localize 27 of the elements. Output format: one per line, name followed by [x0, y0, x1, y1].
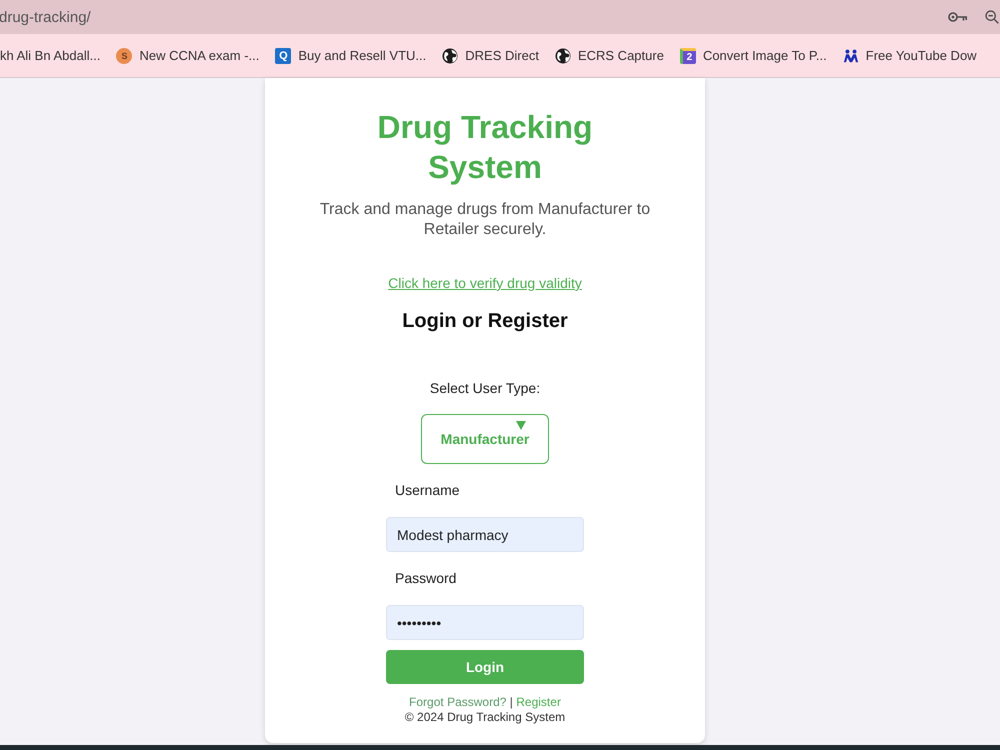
field-label: Username	[394, 481, 461, 499]
letter-tile-icon: Q	[275, 48, 292, 64]
form-heading: Login or Register	[402, 309, 568, 333]
password-field[interactable]: •••••••••	[386, 605, 584, 640]
user-type-label: Select User Type:	[430, 379, 540, 397]
app-title: Drug Tracking System	[376, 108, 594, 187]
zoom-out-icon[interactable]	[985, 10, 999, 24]
bookmark-link[interactable]: 2 Convert Image To P...	[680, 48, 827, 64]
globe-icon	[442, 48, 458, 64]
username-field[interactable]: Modest pharmacy	[386, 517, 584, 552]
globe-icon	[554, 48, 571, 64]
bookmark-link[interactable]: kh Ali Bn Abdall...	[0, 48, 100, 63]
copyright-text: © 2024 Drug Tracking System	[404, 710, 566, 725]
bookmark-link[interactable]: Free YouTube Dow	[842, 48, 977, 64]
bookmark-link[interactable]: Q Buy and Resell VTU...	[275, 48, 426, 64]
people-icon	[842, 48, 859, 64]
bookmark-link[interactable]: ECRS Capture	[554, 48, 664, 64]
number-tile-icon: 2	[680, 48, 696, 64]
separator-text: |	[510, 695, 513, 709]
bookmark-link[interactable]: DRES Direct	[442, 48, 539, 64]
letter-disc-icon: S	[116, 48, 132, 64]
app-subtitle: Track and manage drugs from Manufacturer to Retailer securely.	[318, 200, 652, 240]
field-label: Password	[394, 569, 458, 587]
caret-icon	[516, 421, 526, 430]
bookmark-link[interactable]: S New CCNA exam -...	[116, 48, 260, 64]
key-icon[interactable]	[948, 11, 968, 23]
address-field[interactable]: drug-tracking/	[0, 8, 91, 26]
